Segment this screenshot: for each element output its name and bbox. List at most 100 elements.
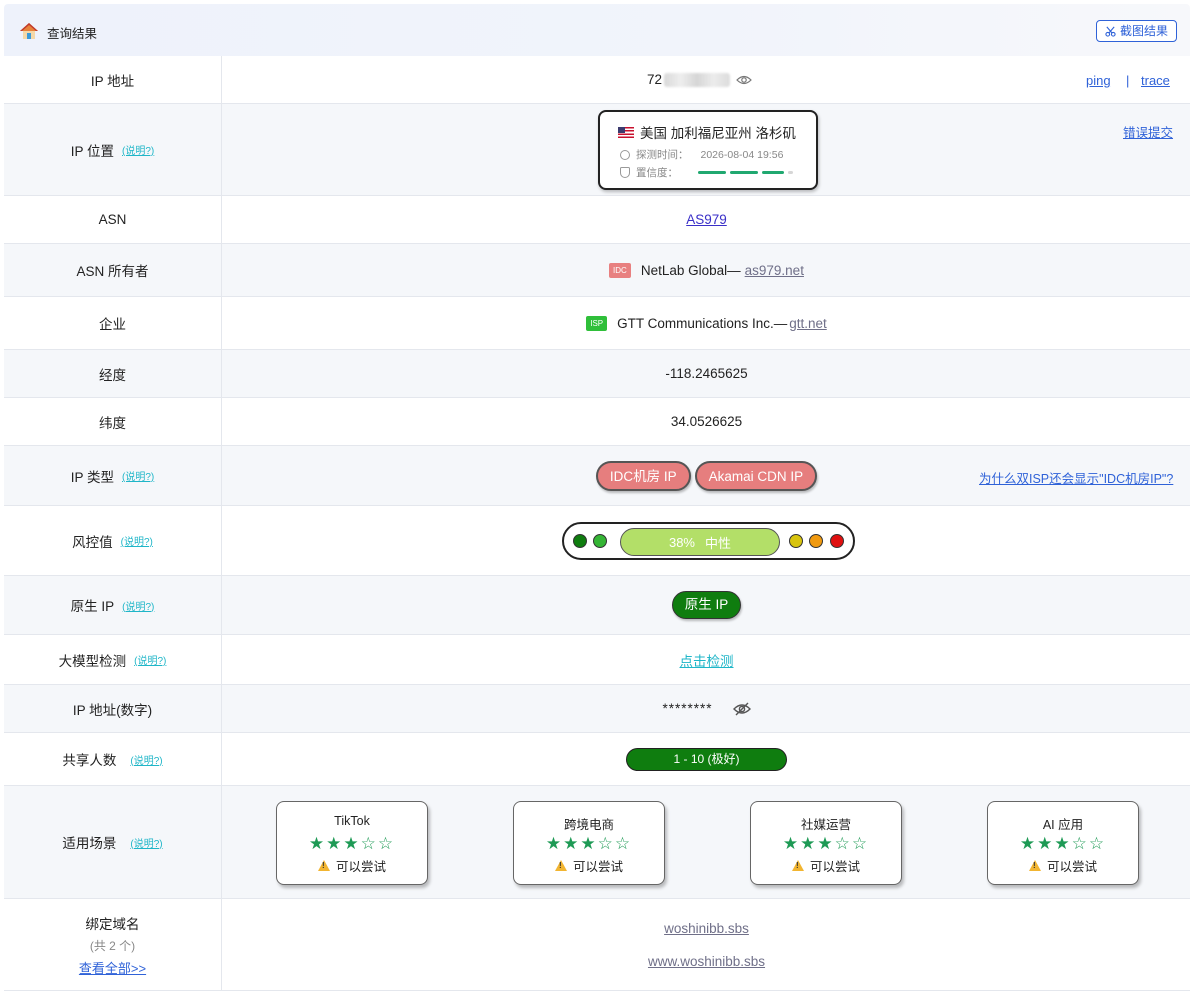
company-domain[interactable]: gtt.net (789, 316, 827, 331)
confidence-bar-empty (788, 171, 793, 174)
why-idc-link[interactable]: 为什么双ISP还会显示"IDC机房IP"? (979, 468, 1173, 487)
us-flag-icon (618, 126, 634, 138)
risk-score: 38% (668, 534, 695, 550)
row-ip: IP 地址 72 ping | trace (4, 56, 1190, 104)
scene-card-ai: AI 应用 ★★★☆☆ 可以尝试 (987, 801, 1139, 885)
scene-stars: ★★★☆☆ (308, 834, 396, 853)
scene-name: TikTok (334, 814, 370, 828)
link-separator: | (1126, 73, 1130, 88)
row-value: ******** (223, 685, 1190, 732)
shield-icon (620, 167, 630, 178)
risk-dot-green (593, 534, 607, 548)
scene-status-text: 可以尝试 (1046, 859, 1097, 874)
row-label: IP 地址(数字) (4, 685, 222, 732)
explain-link[interactable]: (说明?) (122, 468, 154, 483)
row-label: IP 地址 (4, 56, 222, 103)
risk-level: 中性 (705, 535, 732, 551)
scene-status-text: 可以尝试 (335, 859, 386, 874)
row-risk: 风控值 (说明?) 38% 中性 (4, 506, 1190, 576)
scene-status: 可以尝试 (277, 856, 427, 874)
ping-link[interactable]: ping (1086, 73, 1111, 88)
risk-dot-orange (809, 534, 823, 548)
location-label: IP 位置 (70, 143, 115, 159)
report-error-link[interactable]: 错误提交 (1123, 122, 1173, 141)
row-label: 企业 (4, 297, 222, 349)
llm-label: 大模型检测 (58, 653, 127, 669)
house-icon (20, 23, 38, 39)
asn-label: ASN (98, 212, 127, 227)
row-asn-owner: ASN 所有者 IDC NetLab Global— as979.net (4, 244, 1190, 297)
row-value: woshinibb.sbs www.woshinibb.sbs (223, 899, 1190, 990)
row-longitude: 经度 -118.2465625 (4, 350, 1190, 398)
location-card: 美国 加利福尼亚州 洛杉矶 探测时间： 2026-08-04 19:56 置信度… (598, 110, 818, 190)
warning-icon (1028, 859, 1041, 871)
row-asn: ASN AS979 (4, 196, 1190, 244)
screenshot-label: 截图结果 (1119, 24, 1168, 38)
ip-redacted-blur (664, 72, 731, 87)
row-value: 点击检测 (223, 635, 1190, 684)
native-ip-badge: 原生 IP (671, 591, 742, 619)
scissors-icon (1105, 26, 1116, 37)
llm-check-link[interactable]: 点击检测 (680, 650, 734, 670)
row-label: 纬度 (4, 398, 222, 445)
shared-label: 共享人数 (62, 753, 117, 768)
explain-link[interactable]: (说明?) (134, 652, 166, 667)
scene-status-text: 可以尝试 (809, 859, 860, 874)
explain-link[interactable]: (说明?) (122, 598, 154, 613)
row-value: 1 - 10 (极好) (223, 733, 1190, 785)
risk-dot-yellow (789, 534, 803, 548)
row-latitude: 纬度 34.0526625 (4, 398, 1190, 446)
row-value: 原生 IP (223, 576, 1190, 634)
scene-name: 跨境电商 (563, 818, 614, 832)
eye-icon[interactable] (736, 74, 752, 86)
domains-label: 绑定域名 (85, 916, 140, 932)
row-shared: 共享人数 (说明?) 1 - 10 (极好) (4, 733, 1190, 786)
row-label: 风控值 (说明?) (4, 506, 222, 575)
row-scenes: 适用场景 (说明?) TikTok ★★★☆☆ 可以尝试 跨境电商 ★★★☆☆ … (4, 786, 1190, 899)
asn-link[interactable]: AS979 (686, 212, 727, 227)
explain-link[interactable]: (说明?) (130, 752, 162, 767)
row-label: 经度 (4, 350, 222, 397)
warning-icon (791, 859, 804, 871)
native-label: 原生 IP (70, 599, 115, 614)
scene-status: 可以尝试 (988, 856, 1138, 874)
result-header: 查询结果 截图结果 (4, 4, 1190, 56)
asn-owner-label: ASN 所有者 (76, 264, 149, 279)
row-value: ISP GTT Communications Inc.— gtt.net (223, 297, 1190, 349)
risk-meter: 38% 中性 (562, 522, 855, 560)
isp-badge: ISP (586, 315, 608, 331)
scene-status: 可以尝试 (514, 856, 664, 874)
row-value: -118.2465625 (223, 350, 1190, 397)
idc-badge: IDC (609, 262, 631, 278)
row-label: 原生 IP (说明?) (4, 576, 222, 634)
trace-link[interactable]: trace (1141, 73, 1170, 88)
risk-bar: 38% 中性 (620, 528, 780, 556)
scene-name: 社媒运营 (800, 818, 851, 832)
explain-link[interactable]: (说明?) (122, 142, 154, 157)
risk-dot-green-dark (573, 534, 587, 548)
scene-status: 可以尝试 (751, 856, 901, 874)
row-location: IP 位置 (说明?) 美国 加利福尼亚州 洛杉矶 探测时间： 2026-08-… (4, 104, 1190, 196)
row-label: 绑定域名 (共 2 个) 查看全部>> (4, 899, 222, 990)
latitude-label: 纬度 (99, 415, 126, 431)
company-label: 企业 (99, 317, 126, 332)
screenshot-button[interactable]: 截图结果 (1095, 20, 1177, 42)
row-label: IP 类型 (说明?) (4, 446, 222, 505)
domain-link[interactable]: woshinibb.sbs (664, 921, 749, 936)
domain-link[interactable]: www.woshinibb.sbs (648, 954, 765, 969)
view-all-domains-link[interactable]: 查看全部>> (79, 958, 146, 977)
shared-count-badge: 1 - 10 (极好) (626, 747, 787, 771)
row-label: ASN (4, 196, 222, 243)
scene-stars: ★★★☆☆ (782, 834, 870, 853)
eye-off-icon[interactable] (732, 701, 751, 717)
explain-link[interactable]: (说明?) (130, 835, 162, 850)
row-value: AS979 (223, 196, 1190, 243)
ip-numeric-label: IP 地址(数字) (72, 702, 153, 718)
row-value: IDC NetLab Global— as979.net (223, 244, 1190, 296)
scene-card-ecommerce: 跨境电商 ★★★☆☆ 可以尝试 (513, 801, 665, 885)
explain-link[interactable]: (说明?) (121, 533, 153, 548)
confidence-bar (730, 171, 758, 174)
asn-owner-domain[interactable]: as979.net (745, 263, 804, 278)
scenes-label: 适用场景 (62, 836, 117, 851)
ip-label: IP 地址 (90, 73, 135, 89)
